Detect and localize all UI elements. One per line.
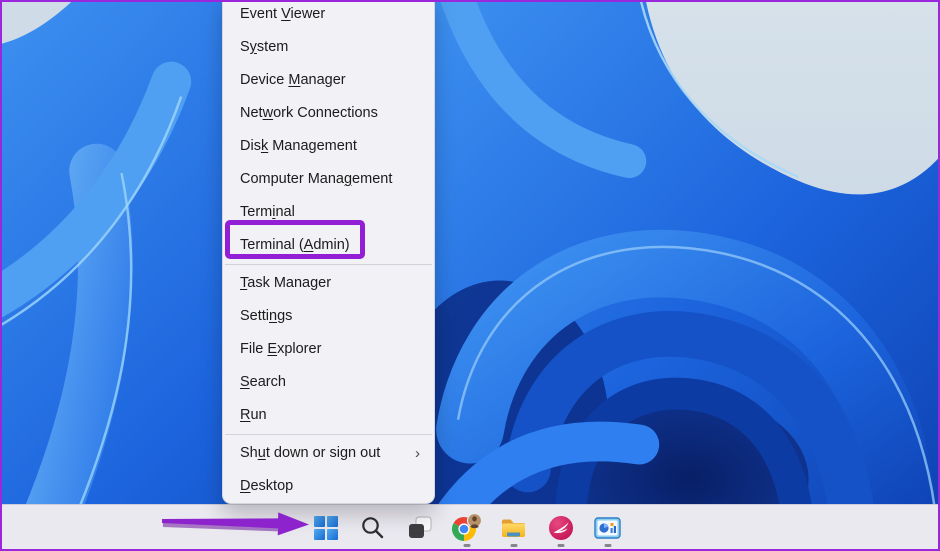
running-indicator <box>604 544 611 547</box>
menu-item-label: Task Manager <box>240 267 331 300</box>
start-button[interactable] <box>302 505 349 550</box>
menu-item-terminal[interactable]: Terminal <box>223 196 434 229</box>
search-icon <box>360 515 385 540</box>
menu-item-disk-management[interactable]: Disk Management <box>223 130 434 163</box>
menu-separator <box>225 434 432 435</box>
menu-item-terminal-admin[interactable]: Terminal (Admin) <box>223 229 434 262</box>
windows-logo-icon <box>313 515 339 541</box>
menu-item-task-manager[interactable]: Task Manager <box>223 267 434 300</box>
menu-item-computer-management[interactable]: Computer Management <box>223 163 434 196</box>
running-indicator <box>463 544 470 547</box>
menu-item-label: Computer Management <box>240 163 392 196</box>
menu-item-label: Disk Management <box>240 130 357 163</box>
menu-item-search[interactable]: Search <box>223 366 434 399</box>
menu-item-settings[interactable]: Settings <box>223 300 434 333</box>
menu-item-event-viewer[interactable]: Event Viewer <box>223 0 434 31</box>
desktop-wallpaper <box>2 2 938 549</box>
running-indicator <box>510 544 517 547</box>
menu-item-run[interactable]: Run <box>223 399 434 432</box>
menu-item-system[interactable]: System <box>223 31 434 64</box>
chrome-button[interactable] <box>443 505 490 550</box>
winx-menu-items: Event Viewer System Device Manager Netwo… <box>223 0 434 503</box>
menu-item-label: Search <box>240 366 286 399</box>
file-explorer-button[interactable] <box>490 505 537 550</box>
menu-item-network-connections[interactable]: Network Connections <box>223 97 434 130</box>
menu-item-label: Terminal <box>240 196 295 229</box>
search-button[interactable] <box>349 505 396 550</box>
taskbar-icon-row <box>302 505 631 550</box>
screenshot-frame: Event Viewer System Device Manager Netwo… <box>0 0 940 551</box>
menu-item-label: Settings <box>240 300 292 333</box>
menu-item-label: Run <box>240 399 267 432</box>
menu-item-label: Desktop <box>240 470 293 503</box>
folder-icon <box>500 515 527 541</box>
taskbar <box>2 504 938 549</box>
winx-context-menu: Event Viewer System Device Manager Netwo… <box>222 0 435 504</box>
menu-separator <box>225 264 432 265</box>
task-manager-icon <box>594 515 621 541</box>
menu-item-desktop[interactable]: Desktop <box>223 470 434 503</box>
menu-item-device-manager[interactable]: Device Manager <box>223 64 434 97</box>
feather-app-button[interactable] <box>537 505 584 550</box>
menu-item-label: System <box>240 31 288 64</box>
menu-item-label: Network Connections <box>240 97 378 130</box>
task-view-button[interactable] <box>396 505 443 550</box>
feather-app-icon <box>548 515 574 541</box>
menu-item-file-explorer[interactable]: File Explorer <box>223 333 434 366</box>
menu-item-label: Event Viewer <box>240 0 325 31</box>
task-view-icon <box>407 515 433 541</box>
submenu-chevron-icon: › <box>415 437 420 470</box>
menu-item-label: Device Manager <box>240 64 346 97</box>
chrome-icon <box>451 513 483 543</box>
menu-item-label: Shut down or sign out <box>240 437 380 470</box>
menu-item-label: Terminal (Admin) <box>240 229 350 262</box>
menu-item-shut-down-or-sign-out[interactable]: Shut down or sign out › <box>223 437 434 470</box>
running-indicator <box>557 544 564 547</box>
task-manager-button[interactable] <box>584 505 631 550</box>
menu-item-label: File Explorer <box>240 333 321 366</box>
